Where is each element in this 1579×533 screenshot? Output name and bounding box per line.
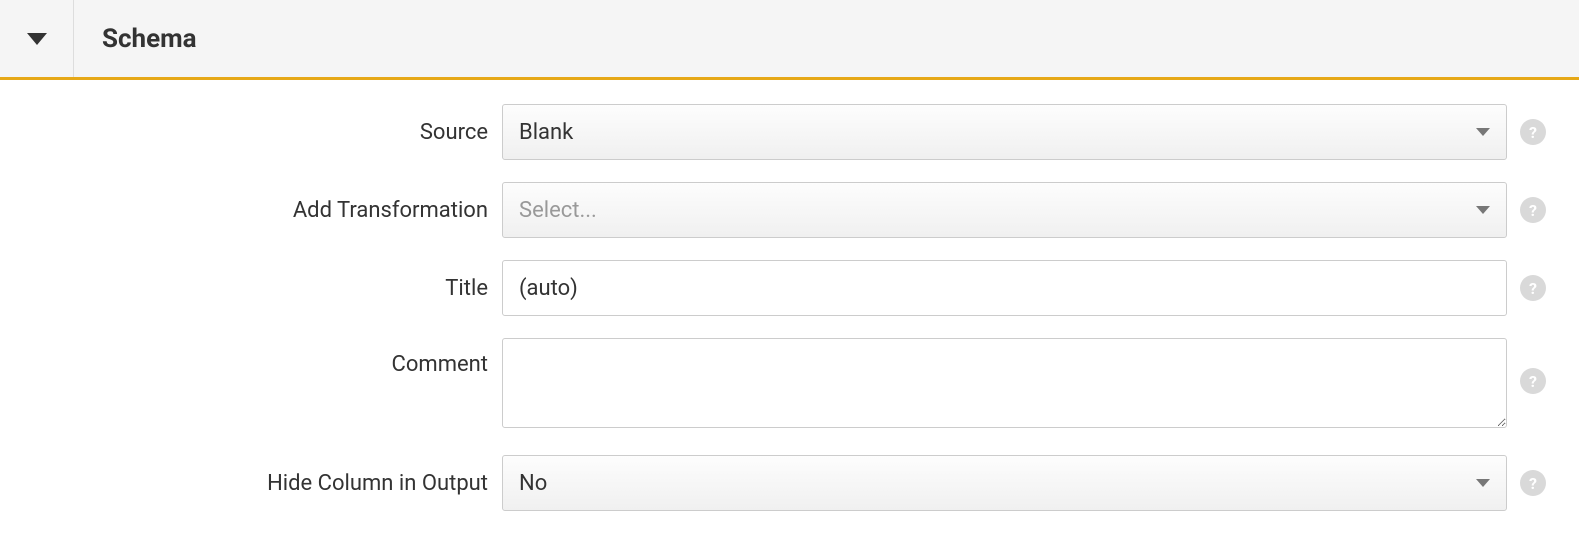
row-title: Title ?	[20, 260, 1559, 316]
help-icon[interactable]: ?	[1520, 275, 1546, 301]
transformation-select-placeholder: Select...	[519, 198, 597, 223]
label-hide: Hide Column in Output	[20, 471, 502, 496]
help-icon[interactable]: ?	[1520, 470, 1546, 496]
panel-header: Schema	[0, 0, 1579, 80]
form-area: Source Blank ? Add Transformation Select…	[0, 80, 1579, 511]
triangle-down-icon	[27, 33, 47, 45]
caret-down-icon	[1476, 479, 1490, 487]
collapse-toggle[interactable]	[0, 0, 74, 77]
row-source: Source Blank ?	[20, 104, 1559, 160]
panel-title: Schema	[74, 24, 197, 54]
source-select[interactable]: Blank	[502, 104, 1507, 160]
help-icon[interactable]: ?	[1520, 368, 1546, 394]
label-transformation: Add Transformation	[20, 198, 502, 223]
hide-select-value: No	[519, 471, 547, 496]
caret-down-icon	[1476, 128, 1490, 136]
label-source: Source	[20, 120, 502, 145]
help-icon[interactable]: ?	[1520, 197, 1546, 223]
title-input[interactable]	[502, 260, 1507, 316]
label-comment: Comment	[20, 338, 502, 377]
row-hide: Hide Column in Output No ?	[20, 455, 1559, 511]
help-icon[interactable]: ?	[1520, 119, 1546, 145]
transformation-select[interactable]: Select...	[502, 182, 1507, 238]
comment-textarea[interactable]	[502, 338, 1507, 428]
row-transformation: Add Transformation Select... ?	[20, 182, 1559, 238]
row-comment: Comment ?	[20, 338, 1559, 433]
source-select-value: Blank	[519, 120, 573, 145]
label-title: Title	[20, 276, 502, 301]
caret-down-icon	[1476, 206, 1490, 214]
hide-select[interactable]: No	[502, 455, 1507, 511]
